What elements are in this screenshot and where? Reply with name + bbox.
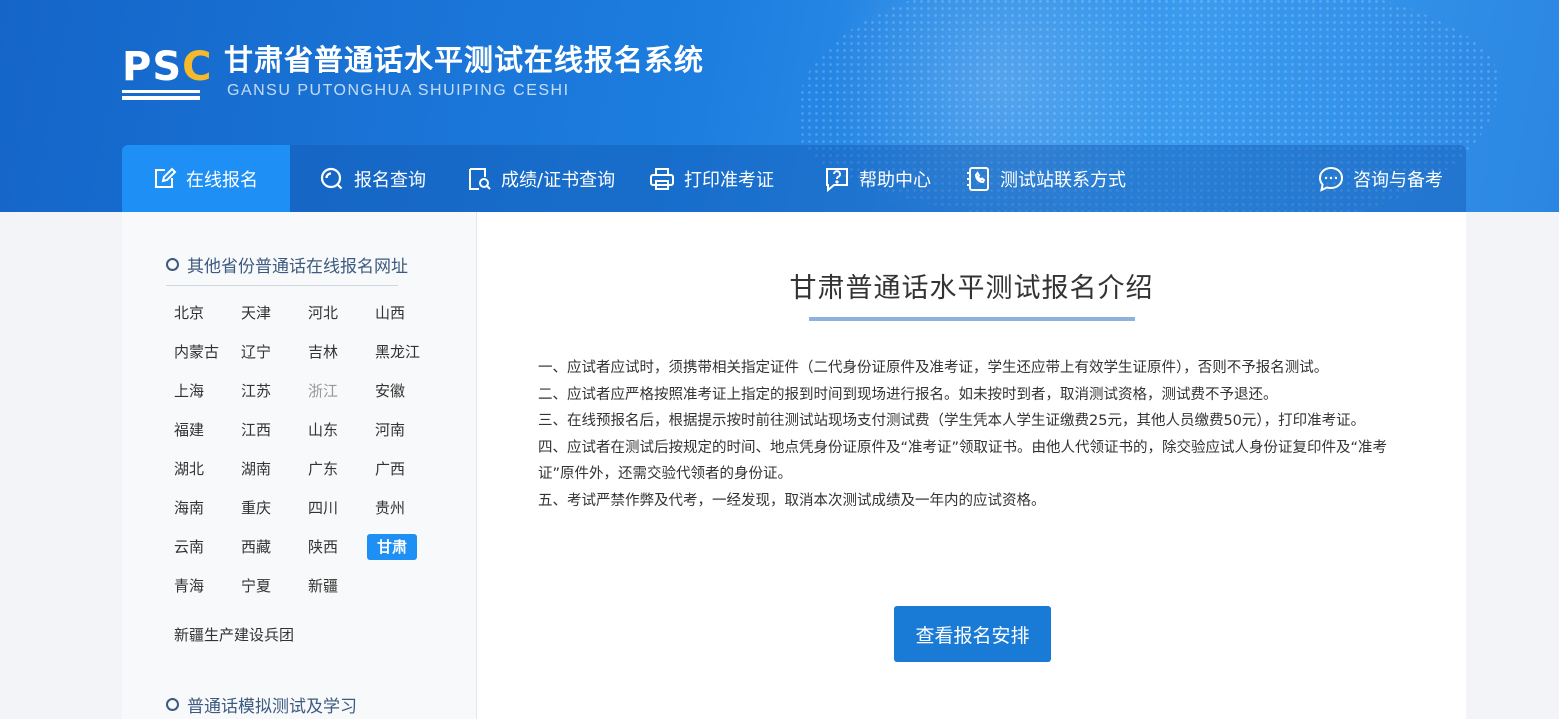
province-link[interactable]: 黑龙江 — [369, 339, 433, 365]
heading-divider — [166, 285, 398, 286]
help-icon — [824, 166, 850, 192]
province-link-disabled[interactable]: 浙江 — [302, 378, 358, 404]
province-link[interactable]: 河南 — [369, 417, 425, 443]
province-link[interactable]: 上海 — [168, 378, 224, 404]
nav-test-station-contact[interactable]: 测试站联系方式 — [965, 145, 1126, 212]
province-link[interactable]: 江西 — [235, 417, 291, 443]
province-link[interactable]: 山东 — [302, 417, 358, 443]
nav-label: 成绩/证书查询 — [501, 169, 616, 191]
province-link[interactable]: 海南 — [168, 495, 224, 521]
province-link[interactable]: 福建 — [168, 417, 224, 443]
circle-bullet-icon — [166, 258, 179, 271]
rule-item: 三、在线预报名后，根据提示按时前往测试站现场支付测试费（学生凭本人学生证缴费25… — [538, 413, 1366, 429]
title-underline — [809, 317, 1135, 321]
nav-label: 帮助中心 — [859, 169, 931, 191]
search-icon — [319, 166, 345, 192]
registration-rules: 一、应试者应试时，须携带相关指定证件（二代身份证原件及准考证，学生还应带上有效学… — [538, 355, 1413, 514]
nav-label: 咨询与备考 — [1353, 169, 1443, 191]
logo-underline-bottom — [122, 96, 200, 100]
practice-heading: 普通话模拟测试及学习 — [166, 692, 357, 717]
province-link[interactable]: 河北 — [302, 300, 358, 326]
circle-bullet-icon — [166, 698, 179, 711]
province-link[interactable]: 吉林 — [302, 339, 358, 365]
printer-icon — [649, 166, 675, 192]
main-nav: 在线报名 报名查询 成绩/证书查询 打印准考证 帮助中心 测试站联系方式 咨询与… — [122, 145, 1466, 212]
province-link[interactable]: 新疆 — [302, 573, 358, 599]
province-link[interactable]: 广东 — [302, 456, 358, 482]
nav-label: 测试站联系方式 — [1000, 169, 1126, 191]
heading-text: 普通话模拟测试及学习 — [187, 697, 357, 717]
other-provinces-heading: 其他省份普通话在线报名网址 — [166, 252, 408, 277]
logo-letters: PSC — [122, 44, 213, 90]
province-link[interactable]: 内蒙古 — [168, 339, 232, 365]
province-link[interactable]: 广西 — [369, 456, 425, 482]
site-title: 甘肃省普通话水平测试在线报名系统 — [224, 43, 705, 77]
nav-registration-query[interactable]: 报名查询 — [319, 145, 426, 212]
province-link[interactable]: 云南 — [168, 534, 224, 560]
rule-item: 四、应试者在测试后按规定的时间、地点凭身份证原件及“准考证”领取证书。由他人代领… — [538, 439, 1388, 483]
document-search-icon — [466, 166, 492, 192]
psc-logo[interactable]: PSC — [122, 46, 211, 102]
province-link[interactable]: 宁夏 — [235, 573, 291, 599]
heading-text: 其他省份普通话在线报名网址 — [187, 257, 408, 277]
province-link-active[interactable]: 甘肃 — [367, 534, 417, 560]
province-link[interactable]: 西藏 — [235, 534, 291, 560]
province-link[interactable]: 江苏 — [235, 378, 291, 404]
province-link-xinjiang-corps[interactable]: 新疆生产建设兵团 — [174, 624, 294, 645]
province-link[interactable]: 青海 — [168, 573, 224, 599]
province-link[interactable]: 安徽 — [369, 378, 425, 404]
main-content: 甘肃普通话水平测试报名介绍 一、应试者应试时，须携带相关指定证件（二代身份证原件… — [477, 212, 1466, 719]
rule-item: 二、应试者应严格按照准考证上指定的报到时间到现场进行报名。如未按时到者，取消测试… — [538, 386, 1278, 403]
province-link[interactable]: 重庆 — [235, 495, 291, 521]
rule-item: 五、考试严禁作弊及代考，一经发现，取消本次测试成绩及一年内的应试资格。 — [538, 492, 1046, 509]
nav-consult-prepare[interactable]: 咨询与备考 — [1318, 145, 1443, 212]
nav-label: 在线报名 — [186, 169, 258, 191]
province-link[interactable]: 辽宁 — [235, 339, 291, 365]
nav-online-registration[interactable]: 在线报名 — [122, 145, 290, 212]
nav-help-center[interactable]: 帮助中心 — [824, 145, 931, 212]
nav-score-certificate-query[interactable]: 成绩/证书查询 — [466, 145, 615, 212]
province-link[interactable]: 陕西 — [302, 534, 358, 560]
province-link[interactable]: 山西 — [369, 300, 425, 326]
page-title: 甘肃普通话水平测试报名介绍 — [789, 273, 1154, 304]
nav-label: 打印准考证 — [684, 169, 774, 191]
site-header: PSC 甘肃省普通话水平测试在线报名系统 GANSU PUTONGHUA SHU… — [0, 0, 1559, 212]
chat-icon — [1318, 166, 1344, 192]
province-link[interactable]: 四川 — [302, 495, 358, 521]
logo-underline-top — [122, 90, 200, 93]
province-link[interactable]: 湖北 — [168, 456, 224, 482]
province-link[interactable]: 湖南 — [235, 456, 291, 482]
phone-contact-icon — [965, 166, 991, 192]
site-subtitle: GANSU PUTONGHUA SHUIPING CESHI — [227, 82, 570, 99]
province-link[interactable]: 贵州 — [369, 495, 425, 521]
province-link[interactable]: 天津 — [235, 300, 291, 326]
view-registration-schedule-button[interactable]: 查看报名安排 — [894, 606, 1051, 662]
rule-item: 一、应试者应试时，须携带相关指定证件（二代身份证原件及准考证，学生还应带上有效学… — [538, 360, 1329, 376]
edit-icon — [151, 166, 177, 192]
sidebar: 其他省份普通话在线报名网址 北京 天津 河北 山西 内蒙古 辽宁 吉林 黑龙江 … — [122, 212, 477, 719]
province-link[interactable]: 北京 — [168, 300, 224, 326]
nav-print-admission-ticket[interactable]: 打印准考证 — [649, 145, 774, 212]
nav-label: 报名查询 — [354, 169, 426, 191]
